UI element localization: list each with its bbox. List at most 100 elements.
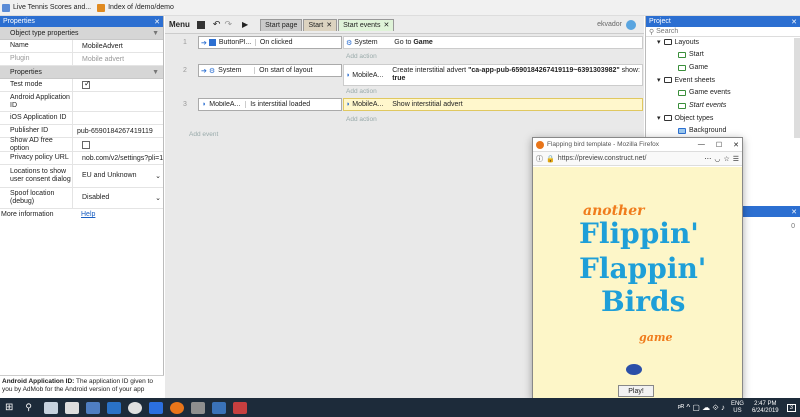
tree-background[interactable]: Background: [678, 127, 726, 134]
clock[interactable]: 2:47 PM 6/24/2019: [752, 401, 779, 415]
url-field[interactable]: https://preview.construct.net/: [558, 155, 647, 162]
tree-layout-game[interactable]: Game: [678, 64, 708, 71]
taskbar: ⊞ ⚲ ᵖᴿ ^ ▢ ☁ ⟐ ♪ ENG US 2:47 PM 6/24/2019 …: [0, 398, 800, 417]
panel-title: Properties: [3, 18, 35, 25]
maximize-icon[interactable]: ☐: [716, 141, 722, 149]
publisher-id-field[interactable]: pub-6590184267419119: [72, 125, 163, 137]
help-link[interactable]: Help: [81, 211, 95, 218]
outlook-icon[interactable]: [106, 401, 121, 414]
locations-dropdown[interactable]: EU and Unknown ⌄: [82, 172, 163, 180]
game-canvas[interactable]: another Flippin' Flappin' Birds game Pla…: [533, 167, 742, 398]
android-id-field[interactable]: [72, 92, 163, 111]
close-icon[interactable]: ✕: [154, 18, 160, 26]
folder-icon: [663, 115, 672, 121]
ios-id-field[interactable]: [72, 112, 163, 124]
undo-icon[interactable]: ↶: [213, 19, 221, 30]
app-icon[interactable]: [85, 401, 100, 414]
app-icon[interactable]: [211, 401, 226, 414]
firefox-window[interactable]: Flapping bird template - Mozilla Firefox…: [532, 137, 743, 399]
prop-android-id: Android Application ID: [0, 92, 163, 112]
add-action-link[interactable]: Add action: [346, 50, 377, 63]
save-icon[interactable]: [196, 20, 205, 29]
close-icon[interactable]: ✕: [733, 141, 739, 149]
add-action-link[interactable]: Add action: [346, 113, 377, 126]
tree-layouts[interactable]: ▾ Layouts: [657, 38, 699, 47]
prop-locations: Locations to show user consent dialog EU …: [0, 165, 163, 188]
windows-start-icon[interactable]: ⊞: [5, 402, 13, 413]
event-sheet-icon: [678, 102, 686, 109]
event-row[interactable]: 3 ◗ MobileA... Is interstitial loaded ◗ Mob…: [183, 98, 643, 128]
spoof-dropdown[interactable]: Disabled ⌄: [82, 194, 163, 202]
add-action-link[interactable]: Add action: [346, 85, 377, 98]
bookmarks-bar: Live Tennis Scores and... Index of /demo…: [0, 0, 800, 16]
tab-start[interactable]: Start ✕: [303, 18, 338, 31]
folder-icon: [663, 39, 672, 45]
minimize-icon[interactable]: —: [698, 141, 705, 148]
notification-badge[interactable]: 3: [786, 403, 796, 412]
bookmark-icon: [97, 3, 106, 12]
prop-name: Name MobileAdvert: [0, 40, 163, 53]
url-bar: ⓘ 🔒 https://preview.construct.net/ ⋯ ◡ ☆ …: [533, 152, 742, 166]
bookmark-tennis[interactable]: Live Tennis Scores and...: [2, 3, 91, 12]
chevron-down-icon: ⌄: [155, 173, 161, 180]
user-name[interactable]: ekvador: [597, 21, 626, 28]
prop-plugin: Plugin Mobile advert: [0, 53, 163, 66]
event-row[interactable]: 2 ➔ ⚙ System On start of layout ◗ MobileA...…: [183, 64, 643, 97]
game-title-flappin: Flappin': [579, 252, 707, 285]
chevron-down-icon: ⌄: [155, 195, 161, 202]
app-icon[interactable]: [232, 401, 247, 414]
button-object-icon: [208, 39, 216, 46]
property-description: Android Application ID: The application …: [0, 375, 164, 398]
tree-game-events[interactable]: Game events: [678, 89, 731, 96]
name-field[interactable]: MobileAdvert: [72, 40, 163, 52]
browser-icon[interactable]: [148, 401, 163, 414]
app-icon[interactable]: [190, 401, 205, 414]
tray-icons[interactable]: ᵖᴿ ^ ▢ ☁ ⟐ ♪: [678, 403, 725, 413]
event-row[interactable]: 1 ➔ ButtonPl... On clicked ⚙ System Go to Ga…: [183, 36, 643, 63]
calculator-icon[interactable]: [64, 401, 79, 414]
tree-start-events[interactable]: Start events: [678, 102, 726, 109]
main-toolbar: Menu ↶ ↷ ▶ Start page Start ✕ Start event…: [165, 16, 644, 34]
event-sheet-icon: [678, 89, 686, 96]
redo-icon[interactable]: ↷: [224, 19, 232, 30]
play-icon[interactable]: ▶: [242, 20, 248, 29]
search-icon[interactable]: ⚲: [25, 402, 32, 413]
tab-start-page[interactable]: Start page: [260, 18, 303, 31]
properties-panel: Properties ✕ Object type properties ▼ Name…: [0, 16, 164, 398]
close-icon[interactable]: ✕: [791, 18, 797, 26]
menu-button[interactable]: Menu: [165, 20, 194, 29]
more-icon[interactable]: ⋯: [704, 155, 711, 163]
bookmark-index[interactable]: Index of /demo/demo: [97, 3, 174, 12]
section-properties[interactable]: Properties ▼: [0, 66, 163, 79]
game-title-game: game: [639, 331, 673, 344]
avatar[interactable]: [626, 19, 636, 30]
adfree-checkbox[interactable]: [82, 140, 90, 149]
star-icon[interactable]: ☆: [723, 155, 729, 163]
scrollbar[interactable]: [794, 38, 800, 138]
tree-layout-start[interactable]: Start: [678, 51, 704, 58]
section-object-type[interactable]: Object type properties ▼: [0, 27, 163, 40]
task-view-icon[interactable]: [43, 401, 58, 414]
close-icon[interactable]: ✕: [791, 208, 797, 216]
add-event-link[interactable]: Add event: [189, 131, 218, 138]
firefox-icon[interactable]: [169, 401, 184, 414]
chrome-icon[interactable]: [127, 401, 142, 414]
language-indicator[interactable]: ENG US: [731, 401, 744, 415]
hamburger-icon[interactable]: ☰: [733, 155, 739, 163]
search-icon: ⚲: [649, 28, 655, 36]
bookmark-icon: [2, 3, 10, 12]
prop-spoof: Spoof location (debug) Disabled ⌄: [0, 188, 163, 209]
play-button[interactable]: Play!: [618, 385, 654, 397]
privacy-url-field[interactable]: nob.com/v2/settings?pli=1: [72, 152, 163, 164]
mobile-ad-icon: ◗: [346, 101, 351, 108]
prop-privacy: Privacy policy URL nob.com/v2/settings?pl…: [0, 152, 163, 165]
pocket-icon[interactable]: ◡: [714, 155, 720, 163]
prop-test-mode: Test mode ✓: [0, 79, 163, 92]
test-mode-checkbox[interactable]: ✓: [82, 79, 91, 89]
tab-start-events[interactable]: Start events ✕: [338, 18, 395, 31]
gear-icon: ⚙: [346, 39, 353, 47]
tree-event-sheets[interactable]: ▾ Event sheets: [657, 76, 715, 85]
tree-object-types[interactable]: ▾ Object types: [657, 114, 713, 123]
prop-more-info: More information Help: [1, 210, 96, 219]
search-input[interactable]: ⚲ Search: [646, 27, 800, 37]
